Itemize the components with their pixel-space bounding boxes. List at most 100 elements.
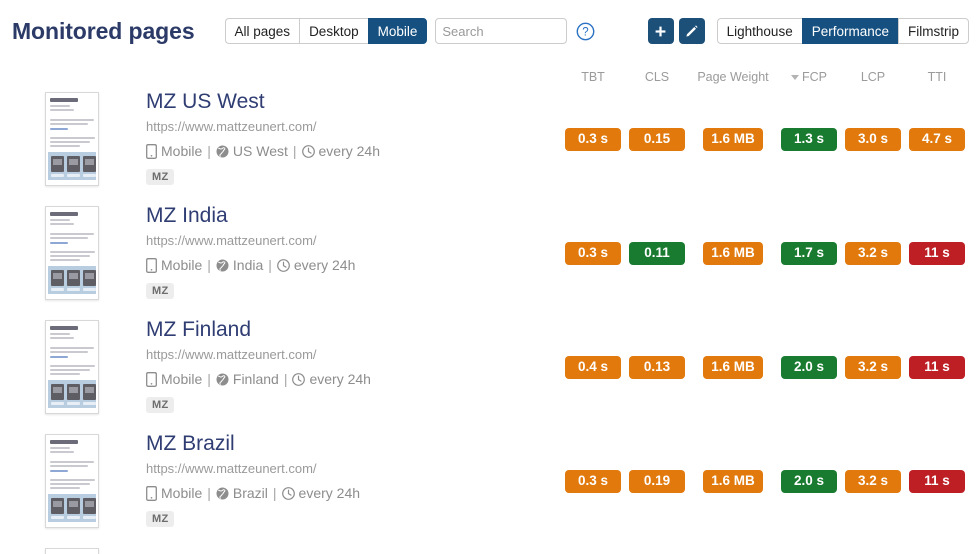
device-filter-all-pages[interactable]: All pages (224, 18, 300, 44)
metric-badge[interactable]: 0.3 s (565, 470, 621, 493)
view-filter-performance[interactable]: Performance (801, 18, 898, 44)
metric-cell: 0.3 s (561, 242, 625, 265)
page-meta: Mobile | India | every 24h (146, 254, 566, 276)
metric-badge[interactable]: 1.6 MB (703, 356, 763, 379)
metric-cell: 11 s (905, 356, 969, 379)
column-header-lcp[interactable]: LCP (841, 70, 905, 84)
meta-separator: | (272, 485, 277, 501)
page-name-link[interactable]: MZ US West (146, 88, 566, 116)
edit-pages-button[interactable] (678, 18, 705, 44)
page-thumbnail-content (46, 93, 98, 185)
page-thumbnail[interactable] (45, 320, 99, 414)
page-name-link[interactable]: MZ India (146, 202, 566, 230)
column-header-label: TTI (927, 70, 947, 84)
metric-cell: 3.2 s (841, 242, 905, 265)
metric-badge[interactable]: 3.2 s (845, 470, 901, 493)
metric-cell: 1.6 MB (689, 242, 777, 265)
metric-badge[interactable]: 1.3 s (781, 128, 837, 151)
metric-cell: 1.6 MB (689, 128, 777, 151)
view-filter-filmstrip[interactable]: Filmstrip (898, 18, 969, 44)
column-header-cls[interactable]: CLS (625, 70, 689, 84)
page-url[interactable]: https://www.mattzeunert.com/ (146, 459, 566, 479)
search-input[interactable] (435, 18, 568, 44)
metric-cell: 0.3 s (561, 128, 625, 151)
page-thumbnail-content (46, 207, 98, 299)
page-name-link[interactable]: MZ Finland (146, 316, 566, 344)
meta-separator: | (268, 257, 272, 273)
metric-badge[interactable]: 2.0 s (781, 356, 837, 379)
metric-badge[interactable]: 1.6 MB (703, 128, 763, 151)
page-thumbnail[interactable] (45, 206, 99, 300)
thumbnail-hero-image (48, 380, 96, 408)
monitored-pages-page: Monitored pages All pagesDesktopMobile ?… (0, 0, 979, 554)
page-url[interactable]: https://www.mattzeunert.com/ (146, 117, 566, 137)
page-thumbnail[interactable] (45, 434, 99, 528)
mobile-device-icon (146, 371, 157, 387)
page-tag[interactable]: MZ (146, 169, 175, 185)
view-filter-group: Lighthouse Performance Filmstrip (716, 18, 969, 44)
page-info: MZ US West https://www.mattzeunert.com/Mo… (146, 88, 566, 185)
device-filter-mobile[interactable]: Mobile (367, 18, 428, 44)
globe-icon (216, 259, 229, 272)
metric-badges: 0.4 s 0.13 1.6 MB 2.0 s 3.2 s 11 s (561, 356, 969, 379)
meta-separator: | (292, 143, 297, 159)
metric-badge[interactable]: 0.4 s (565, 356, 621, 379)
monitored-page-row[interactable]: MZ US West https://www.mattzeunert.com/Mo… (0, 90, 979, 206)
meta-separator: | (207, 485, 211, 501)
device-filter-desktop[interactable]: Desktop (299, 18, 368, 44)
metric-badge[interactable]: 0.3 s (565, 128, 621, 151)
page-info: MZ India https://www.mattzeunert.com/Mobi… (146, 202, 566, 299)
globe-icon (216, 145, 229, 158)
page-tag[interactable]: MZ (146, 397, 175, 413)
column-header-tti[interactable]: TTI (905, 70, 969, 84)
monitored-page-row[interactable]: MZ Finland https://www.mattzeunert.com/Mo… (0, 318, 979, 434)
page-url[interactable]: https://www.mattzeunert.com/ (146, 345, 566, 365)
metric-badge[interactable]: 11 s (909, 356, 965, 379)
page-name-link[interactable]: MZ Brazil (146, 430, 566, 458)
page-device: Mobile (161, 257, 203, 273)
metric-cell: 0.19 (625, 470, 689, 493)
metric-badge[interactable]: 3.2 s (845, 356, 901, 379)
metric-badge[interactable]: 11 s (909, 470, 965, 493)
page-url[interactable]: https://www.mattzeunert.com/ (146, 231, 566, 251)
page-tag[interactable]: MZ (146, 511, 175, 527)
page-location: US West (232, 143, 288, 159)
metric-cell: 1.6 MB (689, 470, 777, 493)
metric-badge[interactable]: 0.13 (629, 356, 685, 379)
clock-icon (276, 258, 290, 272)
metric-badge[interactable]: 1.6 MB (703, 470, 763, 493)
page-meta: Mobile | US West | every 24h (146, 140, 566, 162)
page-thumbnail[interactable] (45, 548, 99, 554)
sort-desc-caret-icon (791, 74, 799, 80)
page-frequency: every 24h (293, 257, 356, 273)
metric-badge[interactable]: 0.15 (629, 128, 685, 151)
meta-separator: | (207, 143, 211, 159)
column-header-tbt[interactable]: TBT (561, 70, 625, 84)
metric-badge[interactable]: 1.6 MB (703, 242, 763, 265)
metric-badge[interactable]: 4.7 s (909, 128, 965, 151)
metric-badge[interactable]: 0.11 (629, 242, 685, 265)
page-tag[interactable]: MZ (146, 283, 175, 299)
metric-badge[interactable]: 3.0 s (845, 128, 901, 151)
metric-cell: 2.0 s (777, 470, 841, 493)
metric-badge[interactable]: 0.19 (629, 470, 685, 493)
monitored-page-row-partial[interactable] (0, 548, 979, 554)
monitored-page-row[interactable]: MZ Brazil https://www.mattzeunert.com/Mob… (0, 432, 979, 548)
metric-cell: 0.13 (625, 356, 689, 379)
question-circle-icon[interactable]: ? (576, 22, 595, 41)
metric-badge[interactable]: 1.7 s (781, 242, 837, 265)
metric-badges: 0.3 s 0.15 1.6 MB 1.3 s 3.0 s 4.7 s (561, 128, 969, 151)
mobile-device-icon (146, 485, 157, 501)
view-filter-lighthouse[interactable]: Lighthouse (716, 18, 802, 44)
metric-badge[interactable]: 11 s (909, 242, 965, 265)
metric-badge[interactable]: 2.0 s (781, 470, 837, 493)
monitored-page-row[interactable]: MZ India https://www.mattzeunert.com/Mobi… (0, 204, 979, 320)
column-header-page-weight[interactable]: Page Weight (689, 70, 777, 84)
column-header-fcp[interactable]: FCP (777, 70, 841, 84)
add-page-button[interactable] (647, 18, 674, 44)
metric-cell: 0.15 (625, 128, 689, 151)
metric-badge[interactable]: 0.3 s (565, 242, 621, 265)
page-thumbnail[interactable] (45, 92, 99, 186)
page-frequency: every 24h (298, 485, 361, 501)
metric-badge[interactable]: 3.2 s (845, 242, 901, 265)
